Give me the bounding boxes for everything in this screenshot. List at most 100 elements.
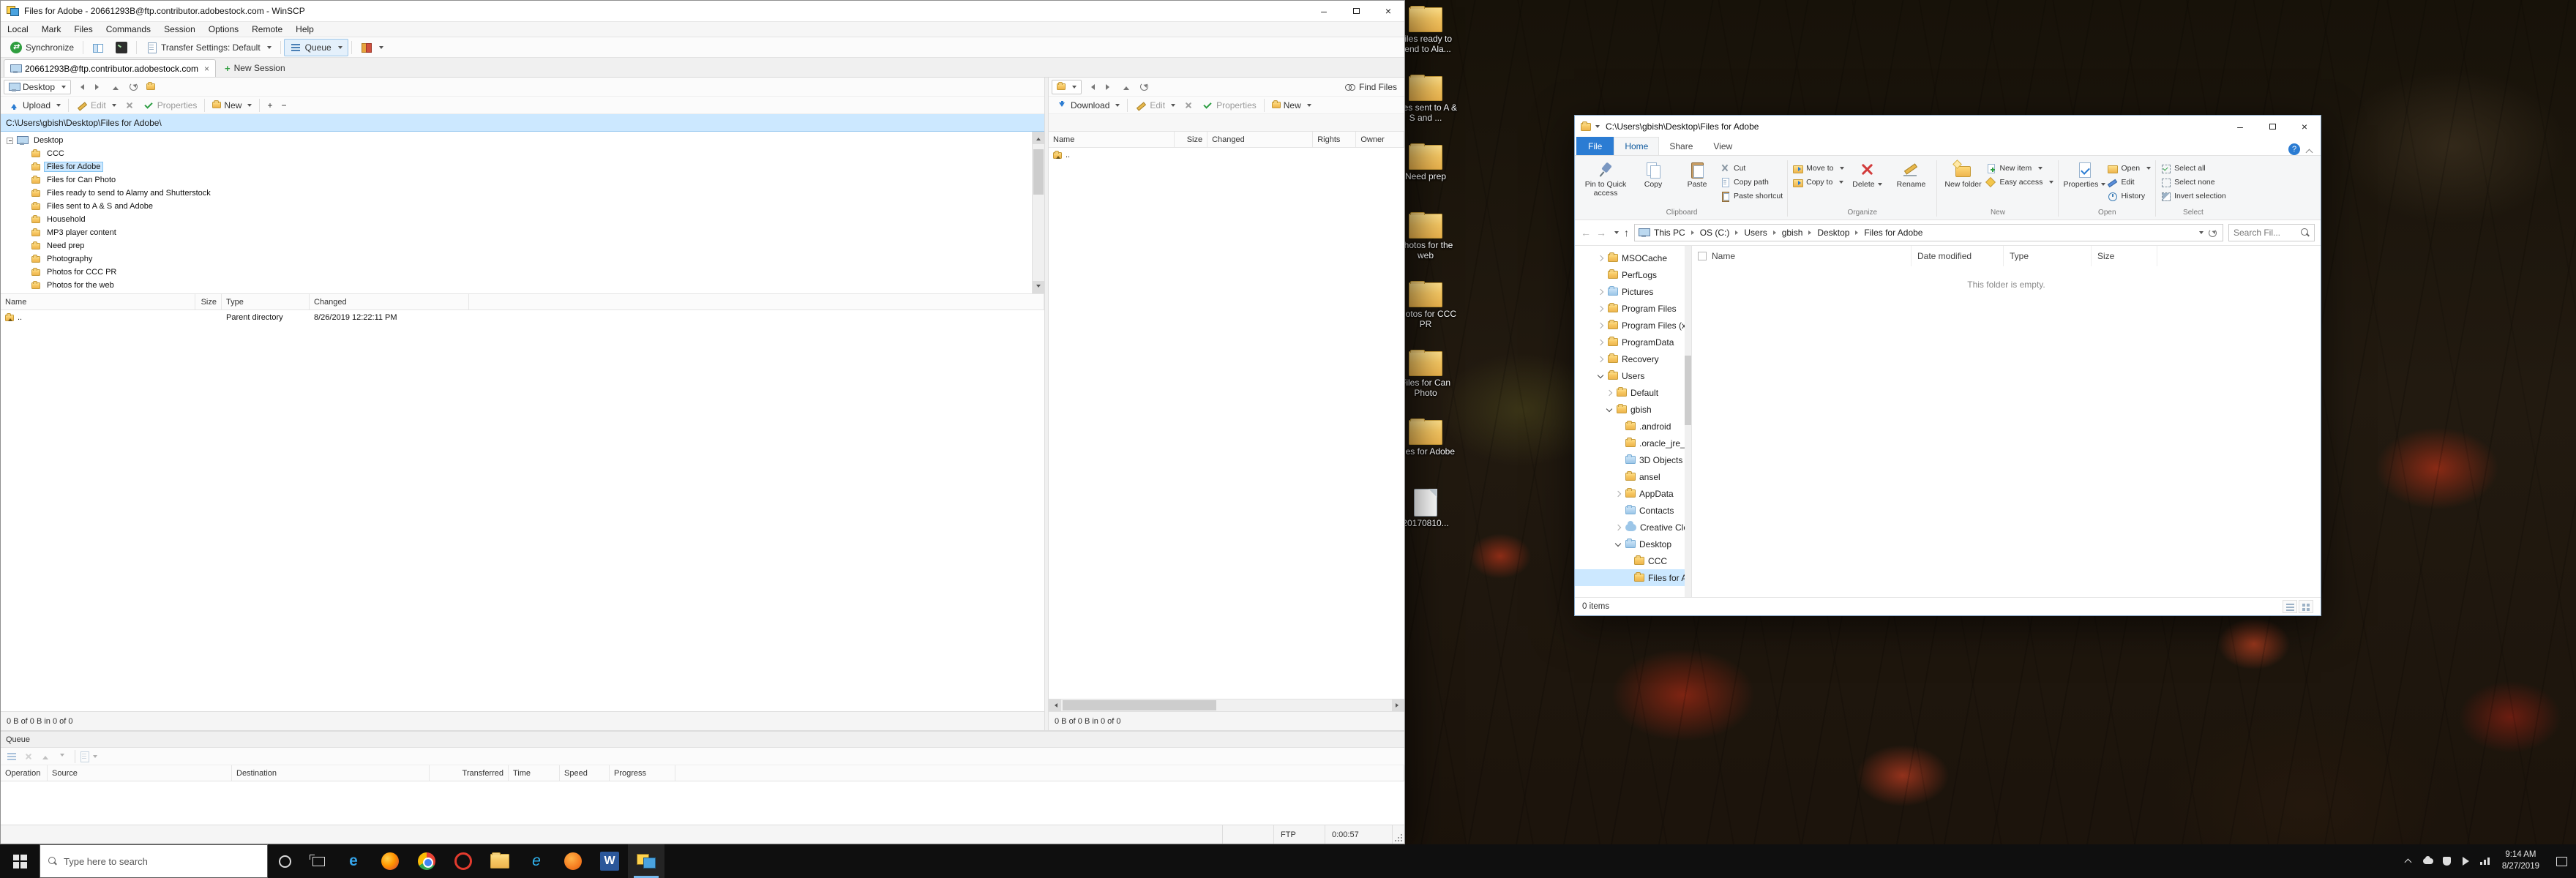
- start-button[interactable]: [0, 844, 40, 878]
- properties-button[interactable]: Properties: [2063, 160, 2105, 189]
- nav-item-oracle-jre[interactable]: .oracle_jre_usage: [1575, 435, 1691, 451]
- pin-to-quick-access-button[interactable]: Pin to Quick access: [1581, 160, 1630, 198]
- refresh-icon[interactable]: [2209, 229, 2217, 237]
- select-none-button[interactable]: Select none: [2160, 176, 2226, 188]
- volume-tray-button[interactable]: [2457, 844, 2476, 878]
- close-button[interactable]: ×: [1372, 1, 1404, 21]
- new-button[interactable]: New: [1268, 99, 1316, 112]
- nav-item-program-files-x86[interactable]: Program Files (x86): [1575, 317, 1691, 334]
- home-directory-button[interactable]: [143, 80, 159, 94]
- copy-path-button[interactable]: Copy path: [1720, 176, 1783, 188]
- nav-item-android[interactable]: .android: [1575, 418, 1691, 435]
- properties-button[interactable]: Properties: [1197, 98, 1261, 113]
- tree-collapse-icon[interactable]: [7, 138, 13, 144]
- nav-item-appdata[interactable]: AppData: [1575, 485, 1691, 502]
- nav-item-gbish[interactable]: gbish: [1575, 401, 1691, 418]
- chevron-down-icon[interactable]: [1597, 372, 1604, 380]
- forward-button[interactable]: [90, 80, 106, 94]
- chevron-right-icon[interactable]: [1614, 524, 1622, 531]
- new-button[interactable]: New: [208, 99, 256, 112]
- taskbar-winscp-button[interactable]: [628, 844, 664, 878]
- minimize-button[interactable]: –: [2224, 116, 2256, 138]
- chevron-right-icon[interactable]: [1597, 339, 1604, 346]
- taskbar-edge-button[interactable]: e: [335, 844, 372, 878]
- scrollbar-thumb[interactable]: [1685, 356, 1691, 425]
- tab-view[interactable]: View: [1703, 137, 1742, 155]
- cortana-button[interactable]: [268, 844, 302, 878]
- scroll-right-arrow[interactable]: [1392, 699, 1404, 711]
- horizontal-scrollbar[interactable]: [1049, 699, 1404, 711]
- synchronize-button[interactable]: ⇄ Synchronize: [4, 39, 80, 56]
- forward-button[interactable]: →: [1596, 228, 1606, 238]
- breadcrumb-users[interactable]: Users: [1740, 228, 1771, 238]
- console-button[interactable]: [110, 39, 133, 56]
- scroll-down-arrow[interactable]: [1033, 281, 1044, 293]
- column-name[interactable]: Name: [1049, 132, 1175, 147]
- nav-item-default[interactable]: Default: [1575, 384, 1691, 401]
- recent-locations-dropdown-icon[interactable]: [1614, 231, 1619, 234]
- tree-item[interactable]: MP3 player content: [1, 226, 1044, 239]
- chevron-right-icon[interactable]: [1597, 322, 1604, 329]
- tree-item[interactable]: Need prep: [1, 239, 1044, 252]
- queue-title[interactable]: Queue: [1, 732, 1404, 748]
- back-button[interactable]: [72, 80, 89, 94]
- menu-commands[interactable]: Commands: [100, 24, 157, 34]
- nav-item-programdata[interactable]: ProgramData: [1575, 334, 1691, 350]
- tree-item[interactable]: Household: [1, 213, 1044, 226]
- column-rights[interactable]: Rights: [1313, 132, 1356, 147]
- resize-grip[interactable]: [1393, 825, 1404, 844]
- address-input[interactable]: This PC OS (C:) Users gbish Desktop File…: [1634, 224, 2223, 241]
- nav-item-pictures[interactable]: Pictures: [1575, 283, 1691, 300]
- winscp-title-bar[interactable]: Files for Adobe - 20661293B@ftp.contribu…: [1, 1, 1404, 21]
- select-all-button[interactable]: Select all: [2160, 162, 2226, 174]
- column-changed[interactable]: Changed: [1208, 132, 1313, 147]
- nav-item-ansel[interactable]: ansel: [1575, 468, 1691, 485]
- address-dropdown-icon[interactable]: [2199, 231, 2204, 234]
- remote-root-selector[interactable]: [1052, 80, 1082, 94]
- session-close-icon[interactable]: ×: [204, 64, 209, 74]
- queue-settings-button[interactable]: [80, 750, 95, 763]
- maximize-button[interactable]: [2256, 116, 2288, 138]
- chevron-right-icon[interactable]: [1614, 490, 1622, 498]
- delete-button[interactable]: [1180, 100, 1197, 111]
- nav-item-ccc[interactable]: CCC: [1575, 552, 1691, 569]
- tree-item[interactable]: Files for Can Photo: [1, 173, 1044, 187]
- quick-access-toolbar-dropdown-icon[interactable]: [1595, 125, 1600, 128]
- panels-button[interactable]: [86, 39, 110, 56]
- search-input[interactable]: Search Fil...: [2228, 224, 2315, 241]
- scroll-left-arrow[interactable]: [1049, 699, 1061, 711]
- forward-button[interactable]: [1101, 80, 1117, 94]
- show-hidden-icons-button[interactable]: [2398, 844, 2419, 878]
- breadcrumb-this-pc[interactable]: This PC: [1650, 228, 1690, 238]
- refresh-button[interactable]: [125, 80, 141, 94]
- maximize-button[interactable]: [1340, 1, 1372, 21]
- task-view-button[interactable]: [302, 844, 335, 878]
- column-transferred[interactable]: Transferred: [430, 765, 509, 781]
- column-size[interactable]: Size: [1175, 132, 1208, 147]
- parent-directory-button[interactable]: [108, 80, 124, 94]
- column-speed[interactable]: Speed: [560, 765, 610, 781]
- tab-home[interactable]: Home: [1614, 137, 1659, 155]
- column-time[interactable]: Time: [509, 765, 560, 781]
- breadcrumb-os-c[interactable]: OS (C:): [1696, 228, 1734, 238]
- nav-item-perflogs[interactable]: PerfLogs: [1575, 266, 1691, 283]
- properties-button[interactable]: Properties: [138, 98, 202, 113]
- menu-files[interactable]: Files: [67, 24, 99, 34]
- nav-item-files-for-adobe[interactable]: Files for Adobe: [1575, 569, 1691, 586]
- chevron-right-icon[interactable]: [1606, 389, 1613, 397]
- breadcrumb-files-for-adobe[interactable]: Files for Adobe: [1860, 228, 1927, 238]
- large-icons-view-button[interactable]: [2299, 600, 2313, 613]
- taskbar-file-explorer-button[interactable]: [482, 844, 518, 878]
- move-to-button[interactable]: Move to: [1792, 162, 1844, 174]
- tree-item-selected[interactable]: Files for Adobe: [1, 160, 1044, 173]
- invert-selection-button[interactable]: Invert selection: [2160, 190, 2226, 202]
- tree-item[interactable]: Files sent to A & S and Adobe: [1, 200, 1044, 213]
- paste-shortcut-button[interactable]: Paste shortcut: [1720, 190, 1783, 202]
- paste-button[interactable]: Paste: [1676, 160, 1718, 189]
- taskbar-word-button[interactable]: W: [591, 844, 628, 878]
- download-button[interactable]: Download: [1052, 98, 1124, 113]
- chevron-down-icon[interactable]: [1614, 541, 1622, 548]
- column-destination[interactable]: Destination: [232, 765, 430, 781]
- column-date-modified[interactable]: Date modified: [1912, 246, 2004, 266]
- tab-share[interactable]: Share: [1659, 137, 1703, 155]
